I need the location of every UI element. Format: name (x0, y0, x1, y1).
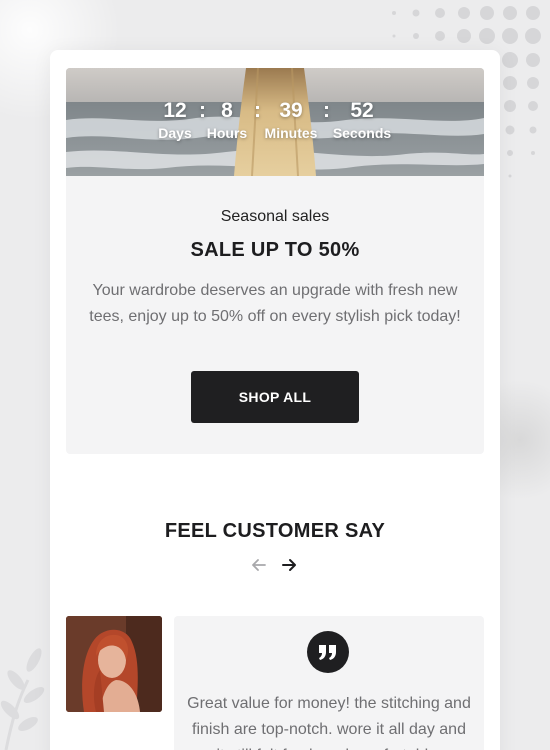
countdown-hours-value: 8 (221, 99, 233, 122)
customer-avatar (66, 616, 162, 712)
testimonial-nav (250, 556, 300, 574)
prev-testimonial-button[interactable] (250, 556, 268, 574)
countdown-days-label: Days (158, 125, 192, 141)
quote-badge (307, 631, 349, 673)
countdown-hours-label: Hours (206, 125, 248, 141)
countdown-minutes-value: 39 (279, 99, 303, 122)
countdown-days-value: 12 (163, 99, 187, 122)
countdown-separator: : (323, 99, 330, 122)
countdown-days: 12 Days (154, 98, 196, 142)
decorative-leaf (0, 648, 45, 750)
countdown-separator: : (254, 99, 261, 122)
countdown-hours: 8 Hours (204, 98, 250, 142)
content-card: 12 Days : 8 Hours : 39 Minutes : 52 Seco… (50, 50, 500, 750)
countdown-timer: 12 Days : 8 Hours : 39 Minutes : 52 Seco… (66, 98, 484, 148)
quote-icon (319, 645, 336, 660)
countdown-seconds-value: 52 (350, 99, 374, 122)
countdown-seconds-label: Seconds (332, 125, 392, 141)
sale-title: SALE UP TO 50% (190, 239, 360, 261)
testimonial-quote: Great value for money! the stitching and… (187, 695, 471, 750)
page: 12 Days : 8 Hours : 39 Minutes : 52 Seco… (0, 0, 550, 750)
hero-image: 12 Days : 8 Hours : 39 Minutes : 52 Seco… (66, 68, 484, 176)
sale-banner: 12 Days : 8 Hours : 39 Minutes : 52 Seco… (66, 68, 484, 454)
arrow-right-icon (282, 559, 296, 571)
testimonial-card: Great value for money! the stitching and… (174, 616, 484, 750)
customer-photo (66, 616, 162, 712)
shop-all-button[interactable]: SHOP ALL (191, 371, 359, 423)
sale-eyebrow: Seasonal sales (220, 208, 330, 225)
countdown-minutes-label: Minutes (264, 125, 318, 141)
countdown-minutes: 39 Minutes (261, 98, 321, 142)
countdown-seconds: 52 Seconds (330, 98, 394, 142)
sale-description: Your wardrobe deserves an upgrade with f… (89, 282, 461, 325)
arrow-left-icon (252, 559, 266, 571)
next-testimonial-button[interactable] (280, 556, 298, 574)
testimonials-heading: FEEL CUSTOMER SAY (164, 520, 386, 542)
